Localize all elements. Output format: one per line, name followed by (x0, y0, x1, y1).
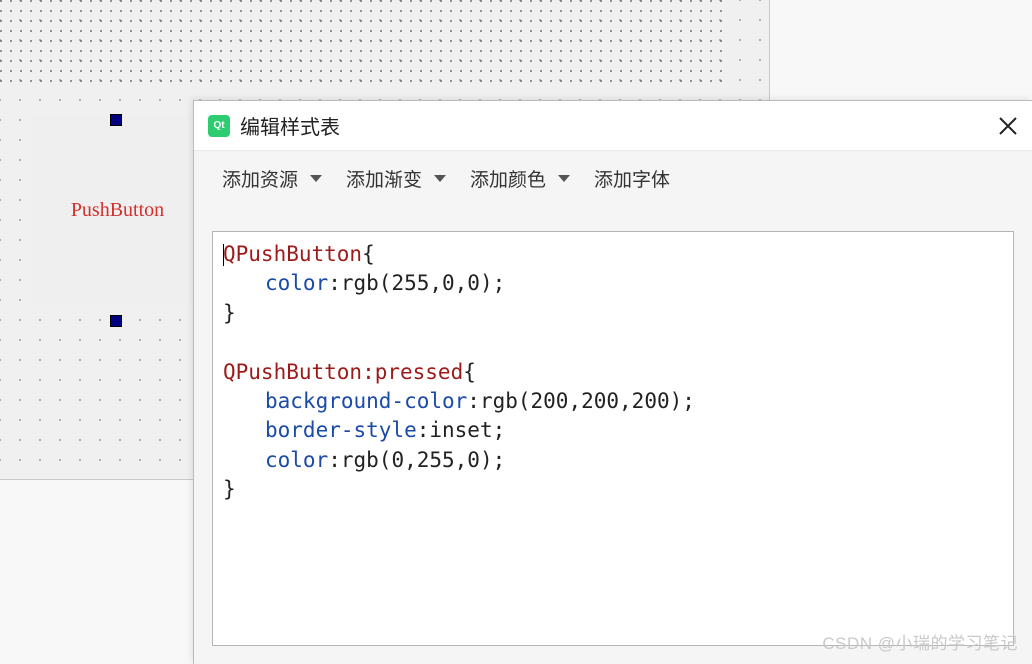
code-brace: } (223, 301, 236, 325)
code-property: background-color (265, 389, 467, 413)
code-selector: QPushButton:pressed (223, 360, 463, 384)
add-color-label: 添加颜色 (470, 165, 546, 192)
add-color-button[interactable]: 添加颜色 (460, 159, 580, 198)
code-value: inset; (429, 418, 505, 442)
resize-handle-bottom[interactable] (111, 316, 121, 326)
code-value: rgb(255,0,0); (341, 271, 505, 295)
close-icon[interactable] (998, 116, 1018, 136)
chevron-down-icon (558, 175, 570, 182)
code-property: color (265, 271, 328, 295)
chevron-down-icon (434, 175, 446, 182)
dot-grid-dense (0, 0, 730, 85)
code-colon: : (467, 389, 480, 413)
add-gradient-label: 添加渐变 (346, 165, 422, 192)
stylesheet-text-editor[interactable]: QPushButton{ color:rgb(255,0,0); } QPush… (212, 231, 1014, 646)
add-font-button[interactable]: 添加字体 (584, 159, 680, 198)
dialog-toolbar: 添加资源 添加渐变 添加颜色 添加字体 (194, 151, 1032, 205)
watermark-text: CSDN @小瑞的学习笔记 (822, 629, 1018, 654)
code-selector: QPushButton (223, 242, 362, 266)
code-brace: { (463, 360, 476, 384)
code-colon: : (328, 271, 341, 295)
code-colon: : (417, 418, 430, 442)
code-brace: } (223, 477, 236, 501)
code-value: rgb(0,255,0); (341, 448, 505, 472)
add-font-label: 添加字体 (594, 165, 670, 192)
pushbutton-widget[interactable]: PushButton (30, 115, 205, 305)
chevron-down-icon (310, 175, 322, 182)
resize-handle-top[interactable] (111, 115, 121, 125)
code-colon: : (328, 448, 341, 472)
code-property: color (265, 448, 328, 472)
code-property: border-style (265, 418, 417, 442)
dialog-title: 编辑样式表 (240, 111, 340, 140)
stylesheet-editor-dialog: Qt 编辑样式表 添加资源 添加渐变 添加颜色 添加字体 QPushButton… (193, 100, 1032, 664)
code-brace: { (362, 242, 375, 266)
add-resource-button[interactable]: 添加资源 (212, 159, 332, 198)
pushbutton-label: PushButton (71, 199, 164, 222)
add-resource-label: 添加资源 (222, 165, 298, 192)
add-gradient-button[interactable]: 添加渐变 (336, 159, 456, 198)
qt-icon: Qt (208, 115, 230, 137)
dialog-titlebar[interactable]: Qt 编辑样式表 (194, 101, 1032, 151)
code-value: rgb(200,200,200); (480, 389, 695, 413)
